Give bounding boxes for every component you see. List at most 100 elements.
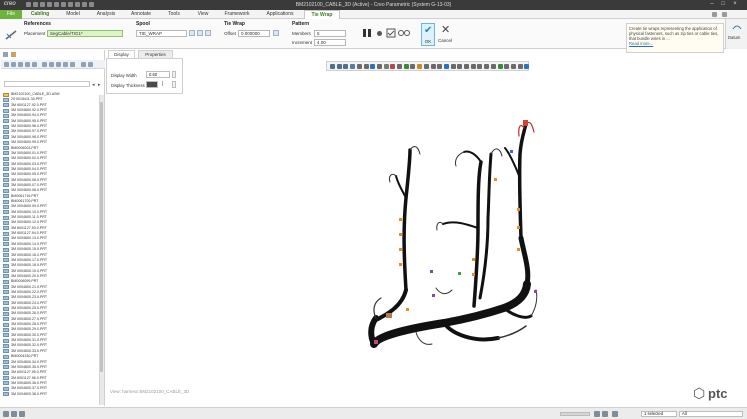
tree-highlight-icon[interactable] xyxy=(70,62,75,67)
display-thickness-swatch[interactable] xyxy=(146,81,158,88)
tab-file[interactable]: File xyxy=(0,10,22,19)
tree-layers-icon[interactable] xyxy=(32,62,37,67)
status-fullscreen-icon[interactable] xyxy=(19,411,25,417)
tree-settings-icon[interactable] xyxy=(25,62,30,67)
help-icon[interactable] xyxy=(712,12,717,17)
tree-filter-icon[interactable] xyxy=(4,62,9,67)
tab-analysis[interactable]: Analysis xyxy=(92,10,120,19)
zoom-in-icon[interactable] xyxy=(336,64,342,69)
tab-properties[interactable]: Properties xyxy=(138,50,173,58)
preview-icon[interactable] xyxy=(376,30,383,37)
display-style-icon[interactable] xyxy=(370,64,376,69)
tab-cabling[interactable]: Cabling xyxy=(27,10,53,19)
datum-points-icon[interactable] xyxy=(504,64,510,69)
tree-item[interactable]: 3M 0004600.38.0.PRT xyxy=(0,392,98,397)
datum-csys-icon[interactable] xyxy=(510,64,516,69)
display-settings-icon[interactable] xyxy=(490,64,496,69)
appearance-gallery-icon[interactable] xyxy=(484,64,490,69)
display-width-dropdown-icon[interactable] xyxy=(172,71,176,78)
selection-filter-select[interactable]: All xyxy=(679,411,743,417)
measure-icon[interactable] xyxy=(430,64,436,69)
feature-preview-icon[interactable] xyxy=(398,28,410,38)
tree-expand-icon[interactable] xyxy=(42,62,47,67)
model-display-icon[interactable] xyxy=(443,64,449,69)
datum-axes-icon[interactable] xyxy=(497,64,503,69)
status-regen-icon[interactable] xyxy=(594,411,600,417)
tab-view[interactable]: View xyxy=(192,10,214,19)
orient-icon[interactable] xyxy=(356,64,362,69)
tab-tools[interactable]: Tools xyxy=(162,10,186,19)
saved-views-icon[interactable] xyxy=(363,64,369,69)
spin-center-icon[interactable] xyxy=(410,64,416,69)
status-message-icon[interactable] xyxy=(602,411,608,417)
tab-model[interactable]: Model xyxy=(60,10,86,19)
spool-save-icon[interactable] xyxy=(205,30,211,36)
search-help-icon[interactable] xyxy=(722,12,727,17)
cancel-button[interactable]: ✕ Cancel xyxy=(437,23,453,46)
verify-icon[interactable] xyxy=(386,28,396,38)
spool-open-icon[interactable] xyxy=(197,30,203,36)
harness-model[interactable] xyxy=(106,58,747,407)
tab-display[interactable]: Display xyxy=(108,50,135,58)
snap-icon[interactable] xyxy=(437,64,443,69)
close-icon[interactable]: × xyxy=(731,1,739,8)
read-more-link[interactable]: Read more... xyxy=(629,41,653,46)
part-icon xyxy=(3,119,9,124)
refit-icon[interactable] xyxy=(330,64,335,69)
ok-button[interactable]: ✔ OK xyxy=(421,23,435,46)
tree-options-icon[interactable] xyxy=(81,62,86,67)
graphics-area[interactable] xyxy=(106,58,747,407)
layers-icon[interactable] xyxy=(423,64,429,69)
increment-field[interactable]: 4.00 xyxy=(314,39,346,46)
datum-label[interactable]: Datum xyxy=(728,35,740,40)
tab-framework[interactable]: Framework xyxy=(220,10,254,19)
tree-show-icon[interactable] xyxy=(11,62,16,67)
part-icon xyxy=(3,162,9,167)
display-width-field[interactable]: 0.60 xyxy=(146,71,170,78)
minimize-icon[interactable]: – xyxy=(708,1,716,8)
view-manager-icon[interactable] xyxy=(376,64,382,69)
flip-offset-icon[interactable] xyxy=(273,30,279,36)
folder-browser-tab-icon[interactable] xyxy=(11,52,16,57)
maximize-icon[interactable]: □ xyxy=(719,1,727,8)
tree-collapse-icon[interactable] xyxy=(49,62,54,67)
wireframe-icon[interactable] xyxy=(477,64,483,69)
tab-annotate[interactable]: Annotate xyxy=(127,10,155,19)
status-browser-icon[interactable] xyxy=(11,411,17,417)
model-tree-tab-icon[interactable] xyxy=(3,52,8,57)
zoom-out-icon[interactable] xyxy=(343,64,349,69)
tree-search-prev-icon[interactable]: ◂ xyxy=(92,82,95,88)
appearance-icon[interactable] xyxy=(417,64,423,69)
tree-search-next-icon[interactable]: ▸ xyxy=(98,82,101,88)
edges-icon[interactable] xyxy=(457,64,463,69)
datum-display-icon[interactable] xyxy=(403,64,409,69)
hidden-lines-icon[interactable] xyxy=(464,64,469,69)
shading-icon[interactable] xyxy=(450,64,456,69)
tree-search-input[interactable] xyxy=(4,81,90,87)
perspective-icon[interactable] xyxy=(383,64,389,69)
tree-select-icon[interactable] xyxy=(63,62,68,67)
repaint-icon[interactable] xyxy=(350,64,356,69)
offset-field[interactable]: 0.000000 xyxy=(238,30,270,37)
tree-scrollbar-thumb[interactable] xyxy=(100,102,103,372)
tree-find-icon[interactable] xyxy=(56,62,61,67)
members-field[interactable]: 5 xyxy=(314,30,346,37)
placement-collector[interactable]: SegCable/TIG1* xyxy=(47,30,123,37)
tab-tie-wrap[interactable]: Tie Wrap xyxy=(304,10,340,19)
spool-select[interactable]: TIE_WRAP xyxy=(136,30,187,37)
status-tree-icon[interactable] xyxy=(3,411,9,417)
notes-icon[interactable] xyxy=(517,64,523,69)
scene-icon[interactable] xyxy=(524,64,530,69)
tree-item-label: BM0061716.PRT xyxy=(11,193,39,198)
annotation-display-icon[interactable] xyxy=(397,64,402,69)
spool-browse-icon[interactable] xyxy=(189,30,195,36)
no-hidden-icon[interactable] xyxy=(470,64,476,69)
tree-columns-icon[interactable] xyxy=(18,62,23,67)
status-filter-icon[interactable] xyxy=(612,411,618,417)
part-icon xyxy=(3,226,9,231)
tab-applications[interactable]: Applications xyxy=(262,10,298,19)
pause-icon[interactable] xyxy=(362,28,372,38)
tree-help-icon[interactable] xyxy=(88,62,93,67)
display-thickness-dropdown-icon[interactable] xyxy=(172,81,176,88)
section-icon[interactable] xyxy=(390,64,396,69)
